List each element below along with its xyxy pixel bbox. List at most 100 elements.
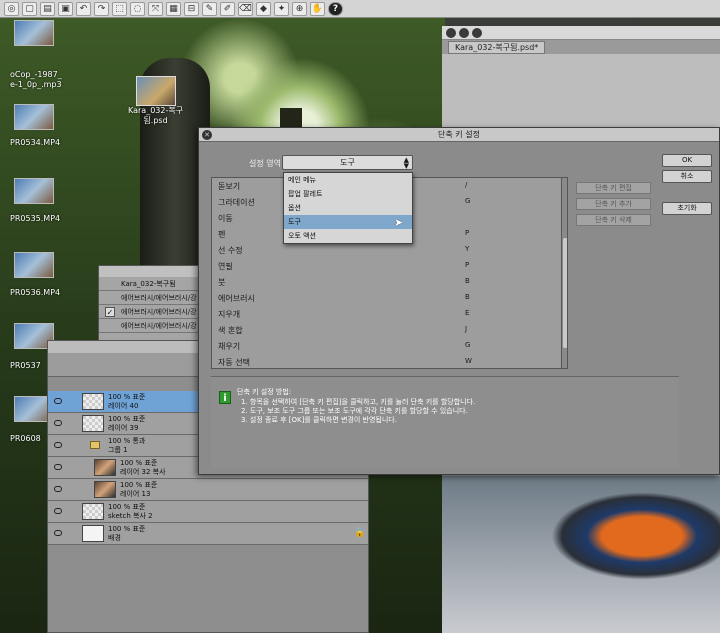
history-item[interactable]: 에어브러시/에어브러시/강 [99, 291, 199, 305]
dialog-title: ✕ 단축 키 설정 [199, 128, 719, 142]
layer-thumbnail [82, 415, 104, 432]
layer-row[interactable]: 100 % 표준 레이어 13 [48, 479, 368, 501]
help-section: i 단축 키 설정 방법: 1. 항목을 선택하여 [단축 키 편집]을 클릭하… [211, 376, 679, 468]
layer-label: 100 % 표준 레이어 13 [120, 481, 158, 498]
command-row[interactable]: 자동 선택 W [212, 354, 561, 368]
desktop-file-thumb[interactable] [14, 252, 54, 278]
command-row[interactable]: 연필 P [212, 258, 561, 275]
dropdown-option[interactable]: 팝업 팔레트 [284, 187, 412, 201]
main-toolbar: ◎ ▢ ▤ ▣ ↶ ↷ ⬚ ◌ ⤧ ▦ ⊟ ✎ ✐ ⌫ ◆ ✦ ⊕ ✋ ? [0, 0, 720, 18]
hand-icon[interactable]: ✋ [310, 1, 325, 16]
layer-row[interactable]: 100 % 표준 sketch 복사 2 [48, 501, 368, 523]
layer-label: 100 % 통과 그룹 1 [108, 437, 146, 454]
desktop-file-label: PR0537 [10, 361, 41, 370]
folder-icon [90, 441, 100, 449]
panel-doc-title: Kara_032-복구됨 [99, 277, 199, 291]
eye-icon[interactable] [54, 530, 62, 536]
redo-icon[interactable]: ↷ [94, 1, 109, 16]
zoom-icon[interactable]: ⊕ [292, 1, 307, 16]
close-icon[interactable]: ✕ [202, 130, 212, 140]
lock-icon[interactable]: 🔒 [354, 528, 365, 538]
help-title: 단축 키 설정 방법: [237, 388, 292, 396]
command-row[interactable]: 선 수정 Y [212, 242, 561, 259]
layer-thumbnail [82, 503, 104, 520]
shortcut-settings-dialog: ✕ 단축 키 설정 설정 영역: 도구 ▲ ▼ 돋보기 / 그라데이션 G 이동 펜P… [198, 127, 720, 475]
command-row[interactable]: 채우기 G [212, 338, 561, 355]
layer-row[interactable]: 100 % 표준 배경 🔒 [48, 523, 368, 545]
close-window-icon[interactable] [446, 27, 456, 38]
setting-area-select[interactable]: 도구 ▲ ▼ [282, 155, 413, 170]
desktop-file-label: PR0608 [10, 434, 41, 443]
desktop-file-thumb[interactable] [14, 104, 54, 130]
lasso-icon[interactable]: ◌ [130, 1, 145, 16]
cancel-button[interactable]: 취소 [662, 170, 712, 183]
new-icon[interactable]: ▢ [22, 1, 37, 16]
layer-thumbnail [94, 481, 116, 498]
scrollbar-thumb[interactable] [563, 238, 567, 348]
document-window-titlebar[interactable] [442, 26, 720, 40]
eye-icon[interactable] [54, 398, 62, 404]
maximize-window-icon[interactable] [472, 27, 482, 38]
command-list-scrollbar[interactable] [561, 178, 567, 368]
desktop-file-psd[interactable]: Kara_032-복구 됨.psd [128, 76, 183, 126]
add-shortcut-button[interactable]: 단축 키 추가 [576, 198, 651, 210]
eye-icon[interactable] [54, 486, 62, 492]
eye-icon[interactable] [54, 508, 62, 514]
help-icon[interactable]: ? [328, 1, 343, 16]
layer-label: 100 % 표준 sketch 복사 2 [108, 503, 153, 520]
history-item[interactable]: 에어브러시/에어브러시/강 [99, 319, 199, 333]
selection-icon[interactable]: ⬚ [112, 1, 127, 16]
document-tab[interactable]: Kara_032-복구됨.psd* [448, 41, 546, 54]
layer-label: 100 % 표준 배경 [108, 525, 146, 542]
fill-icon[interactable]: ◆ [256, 1, 271, 16]
edit-shortcut-button[interactable]: 단축 키 편집 [576, 182, 651, 194]
desktop-file-thumb[interactable] [14, 178, 54, 204]
layer-label: 100 % 표준 레이어 40 [108, 393, 146, 410]
file-label: Kara_032-복구 됨.psd [128, 106, 184, 125]
setting-area-label: 설정 영역: [249, 159, 284, 168]
grid-icon[interactable]: ▦ [166, 1, 181, 16]
dropdown-option[interactable]: 옵션 [284, 201, 412, 215]
dropdown-option[interactable]: 오토 액션 [284, 229, 412, 243]
layer-thumbnail [82, 525, 104, 542]
command-row[interactable]: 에어브러시 B [212, 290, 561, 307]
chevron-updown-icon: ▲ ▼ [403, 156, 409, 170]
brush-history-panel: Kara_032-복구됨 에어브러시/에어브러시/강 ✓ 에어브러시/에어브러시/… [98, 265, 200, 343]
eye-icon[interactable] [54, 442, 62, 448]
reset-button[interactable]: 초기화 [662, 202, 712, 215]
command-row[interactable]: 지우개 E [212, 306, 561, 323]
command-row[interactable]: 색 혼합 J [212, 322, 561, 339]
wand-icon[interactable]: ✦ [274, 1, 289, 16]
command-row[interactable]: 붓B [212, 274, 561, 291]
pen-icon[interactable]: ✎ [202, 1, 217, 16]
info-icon: i [219, 391, 231, 404]
file-thumbnail [135, 76, 176, 106]
ruler-icon[interactable]: ⊟ [184, 1, 199, 16]
desktop-file-label: PR0534.MP4 [10, 138, 61, 147]
eraser-icon[interactable]: ⌫ [238, 1, 253, 16]
transform-icon[interactable]: ⤧ [148, 1, 163, 16]
desktop-file-thumb[interactable] [14, 20, 54, 46]
desktop-file-label: oCop_-1987_ [10, 70, 62, 79]
dropdown-option-highlighted[interactable]: 도구 [284, 215, 412, 229]
setting-area-dropdown: 메인 메뉴 팝업 팔레트 옵션 도구 오토 액션 [283, 172, 413, 244]
eye-icon[interactable] [54, 420, 62, 426]
save-icon[interactable]: ▣ [58, 1, 73, 16]
document-artwork[interactable] [442, 476, 720, 633]
app-icon[interactable]: ◎ [4, 1, 19, 16]
undo-icon[interactable]: ↶ [76, 1, 91, 16]
check-icon[interactable]: ✓ [105, 307, 115, 317]
dropdown-option[interactable]: 메인 메뉴 [284, 173, 412, 187]
brush-icon[interactable]: ✐ [220, 1, 235, 16]
open-icon[interactable]: ▤ [40, 1, 55, 16]
panel-titlebar[interactable] [99, 266, 199, 277]
desktop-file-label: PR0536.MP4 [10, 288, 61, 297]
delete-shortcut-button[interactable]: 단축 키 삭제 [576, 214, 651, 226]
eye-icon[interactable] [54, 464, 62, 470]
layer-label: 100 % 표준 레이어 39 [108, 415, 146, 432]
help-line: 3. 설정 종료 후 [OK]를 클릭하면 변경이 반영됩니다. [241, 416, 397, 424]
mouse-cursor-icon: ➤ [394, 216, 404, 229]
ok-button[interactable]: OK [662, 154, 712, 167]
history-item[interactable]: ✓ 에어브러시/에어브러시/강 [99, 305, 199, 319]
minimize-window-icon[interactable] [459, 27, 469, 38]
